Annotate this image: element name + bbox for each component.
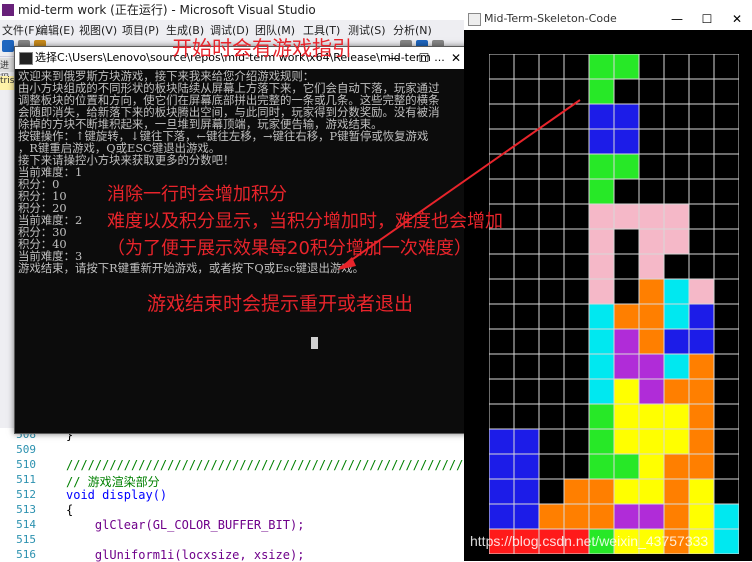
annotation-start-hint: 开始时会有游戏指引 <box>172 36 352 60</box>
watermark: https://blog.csdn.net/weixin_43757333 <box>470 533 709 549</box>
annotation-gameover-hint: 游戏结束时会提示重开或者退出 <box>147 293 414 315</box>
annotation-difficulty-hint: 难度以及积分显示，当积分增加时，难度也会增加 <box>107 211 503 232</box>
annotation-interval-hint: （为了便于展示效果每20积分增加一次难度） <box>107 238 472 259</box>
annotation-score-hint: 消除一行时会增加积分 <box>107 184 287 205</box>
annotation-arrows <box>338 99 581 270</box>
